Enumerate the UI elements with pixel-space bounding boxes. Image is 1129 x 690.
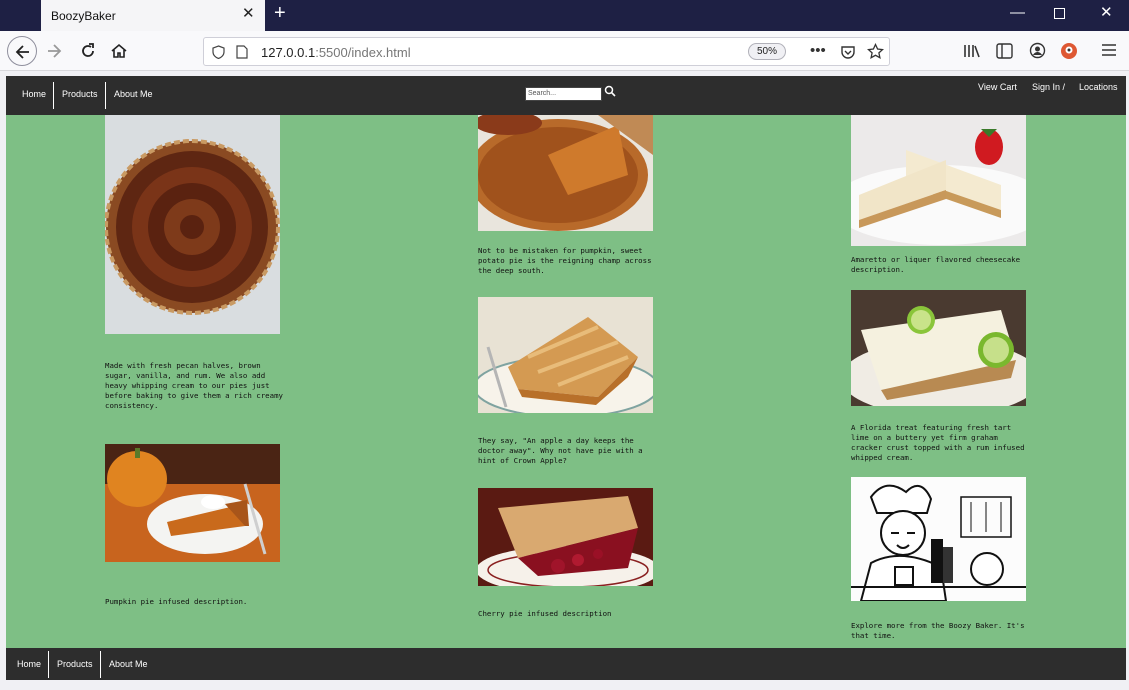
footer-products-link[interactable]: Products [57, 659, 93, 669]
duckduckgo-icon[interactable] [1060, 42, 1078, 60]
search-input[interactable]: Search... [525, 87, 602, 101]
zoom-level[interactable]: 50% [748, 43, 786, 60]
web-page: Home Products About Me Search... View Ca… [6, 76, 1126, 680]
page-info-icon[interactable] [236, 45, 248, 59]
site-header: Home Products About Me Search... View Ca… [6, 76, 1126, 115]
pecan-pie-image [105, 115, 280, 334]
apple-pie-description: They say, "An apple a day keeps the doct… [478, 436, 643, 465]
pocket-icon[interactable] [840, 44, 856, 60]
nav-about-link[interactable]: About Me [114, 89, 153, 99]
apple-pie-image [478, 297, 653, 413]
sweet-potato-pie-description: Not to be mistaken for pumpkin, sweet po… [478, 246, 652, 275]
cherry-pie-description: Cherry pie infused description [478, 609, 612, 618]
boozy-baker-cartoon-image [851, 477, 1026, 601]
cheesecake-image [851, 115, 1026, 246]
pumpkin-pie-image [105, 444, 280, 562]
home-icon[interactable] [110, 42, 128, 60]
nav-divider [105, 82, 106, 109]
library-icon[interactable] [963, 43, 981, 59]
key-lime-pie-image [851, 290, 1026, 406]
bookmark-star-icon[interactable] [867, 43, 884, 60]
pecan-pie-description: Made with fresh pecan halves, brown suga… [105, 361, 283, 410]
browser-tab-bar: BoozyBaker ✕ + — ✕ [0, 0, 1129, 31]
back-button[interactable] [7, 36, 37, 66]
key-lime-pie-description: A Florida treat featuring fresh tart lim… [851, 423, 1025, 462]
cheesecake-description: Amaretto or liquer flavored cheesecake d… [851, 255, 1021, 274]
menu-icon[interactable] [1101, 43, 1117, 57]
minimize-icon[interactable]: — [1010, 5, 1025, 20]
maximize-icon[interactable] [1054, 7, 1065, 22]
url-bar[interactable]: 127.0.0.1:5500/index.html 50% ••• [203, 37, 890, 66]
footer-about-link[interactable]: About Me [109, 659, 148, 669]
view-cart-link[interactable]: View Cart [978, 82, 1017, 92]
close-tab-icon[interactable]: ✕ [242, 6, 255, 21]
nav-home-link[interactable]: Home [22, 89, 46, 99]
nav-divider [53, 82, 54, 109]
pumpkin-pie-description: Pumpkin pie infused description. [105, 597, 248, 606]
reload-icon[interactable] [79, 42, 97, 60]
cherry-pie-image [478, 488, 653, 586]
nav-products-link[interactable]: Products [62, 89, 98, 99]
new-tab-icon[interactable]: + [274, 3, 286, 23]
boozy-baker-description: Explore more from the Boozy Baker. It's … [851, 621, 1025, 640]
window-close-icon[interactable]: ✕ [1100, 5, 1113, 20]
locations-link[interactable]: Locations [1079, 82, 1118, 92]
sweet-potato-pie-image [478, 115, 653, 231]
browser-toolbar: 127.0.0.1:5500/index.html 50% ••• [0, 31, 1129, 71]
more-actions-icon[interactable]: ••• [810, 42, 826, 59]
site-footer: Home Products About Me [6, 648, 1126, 680]
footer-divider [100, 651, 101, 678]
browser-tab[interactable]: BoozyBaker ✕ [41, 0, 265, 31]
tab-title: BoozyBaker [51, 9, 116, 23]
search-icon[interactable] [604, 85, 616, 97]
sidebar-icon[interactable] [996, 43, 1013, 59]
footer-home-link[interactable]: Home [17, 659, 41, 669]
footer-divider [48, 651, 49, 678]
forward-arrow-icon[interactable] [45, 42, 63, 60]
url-text[interactable]: 127.0.0.1:5500/index.html [261, 45, 411, 60]
shield-icon[interactable] [212, 45, 225, 59]
sign-in-link[interactable]: Sign In / [1032, 82, 1065, 92]
account-icon[interactable] [1029, 42, 1046, 59]
back-arrow-icon [15, 45, 29, 59]
